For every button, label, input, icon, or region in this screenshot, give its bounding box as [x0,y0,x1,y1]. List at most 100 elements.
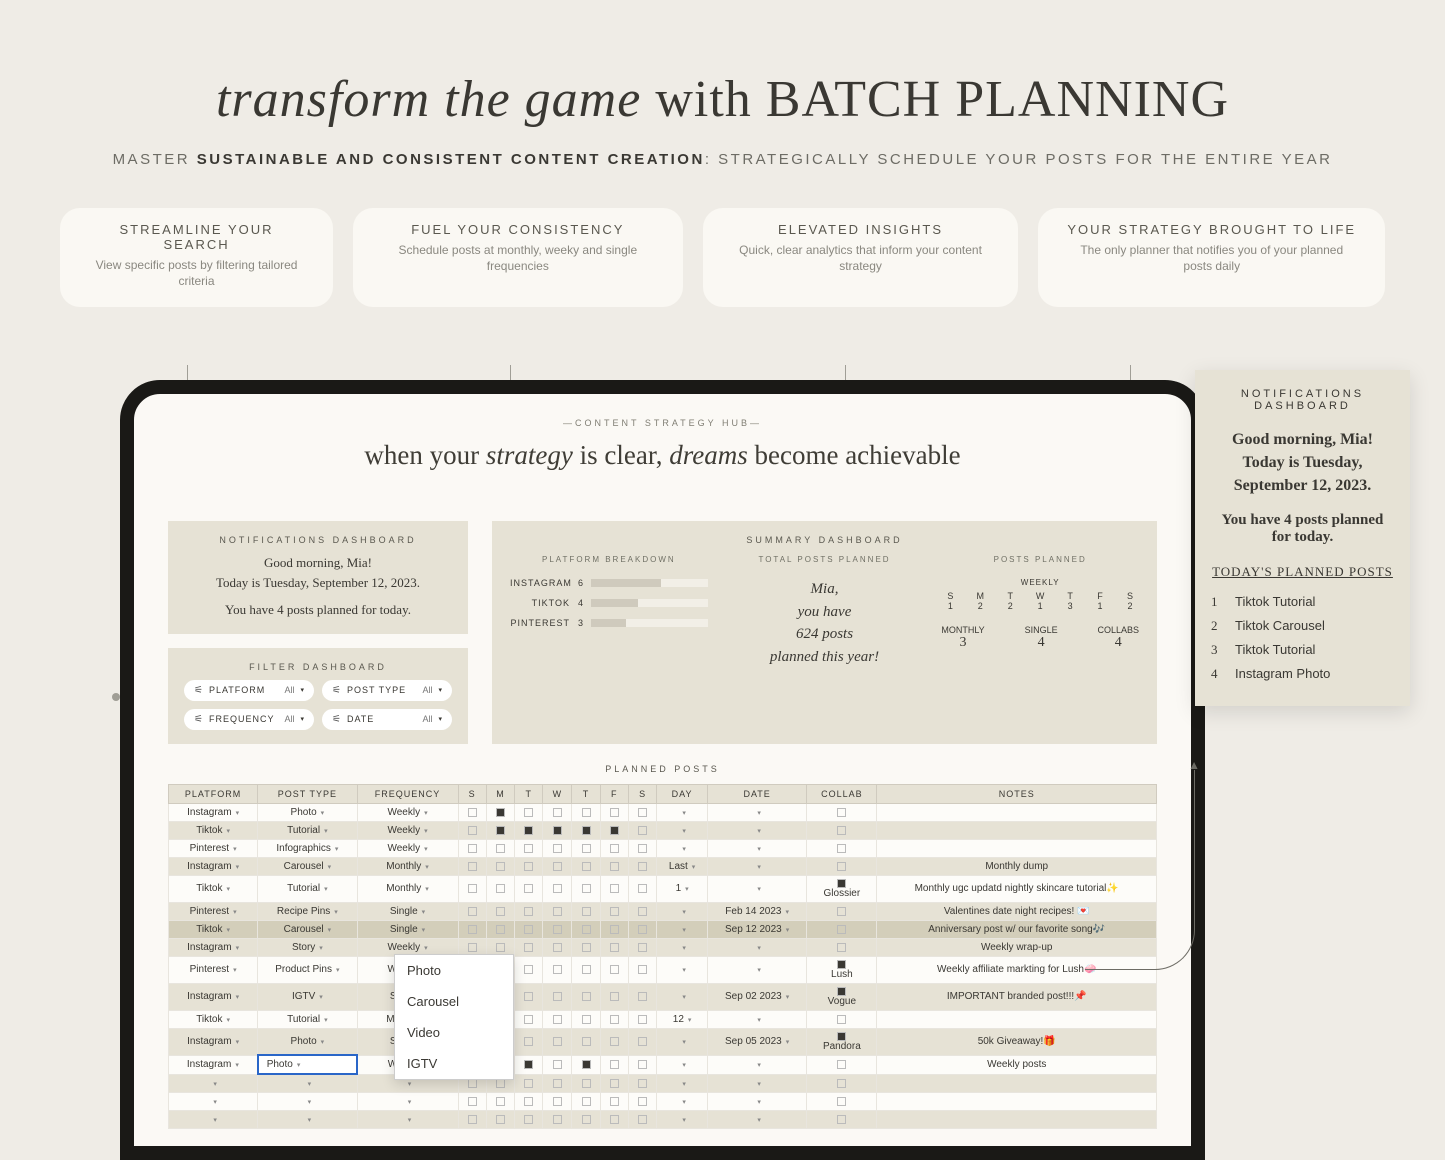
checkbox-icon[interactable] [468,1079,477,1088]
day-cell[interactable] [572,1028,600,1055]
table-row[interactable]: Instagram▾Photo▾Single▾▾Sep 05 2023▾ Pan… [169,1028,1157,1055]
day-cell[interactable] [486,1093,514,1111]
day-cell[interactable] [572,920,600,938]
cell[interactable]: ▾ [258,1093,357,1111]
checkbox-icon[interactable] [638,844,647,853]
cell[interactable]: ▾ [707,1010,806,1028]
cell[interactable]: Instagram▾ [169,1028,258,1055]
day-cell[interactable] [572,1093,600,1111]
collab-cell[interactable] [807,1010,877,1028]
cell[interactable]: ▾ [657,1111,708,1129]
checkbox-icon[interactable] [553,1060,562,1069]
checkbox-icon[interactable] [582,1037,591,1046]
checkbox-icon[interactable] [638,943,647,952]
day-cell[interactable] [628,938,656,956]
cell[interactable]: Pinterest▾ [169,839,258,857]
checkbox-icon[interactable] [638,1079,647,1088]
day-cell[interactable] [628,920,656,938]
collab-cell[interactable]: Vogue [807,983,877,1010]
column-header[interactable]: F [600,784,628,803]
dropdown-option[interactable]: IGTV [395,1048,513,1079]
checkbox-icon[interactable] [610,884,619,893]
checkbox-icon[interactable] [610,1097,619,1106]
column-header[interactable]: W [543,784,572,803]
checkbox-icon[interactable] [553,943,562,952]
cell[interactable]: ▾ [258,1111,357,1129]
day-cell[interactable] [515,1010,543,1028]
checkbox-icon[interactable] [468,862,477,871]
table-row[interactable]: Tiktok▾Carousel▾Single▾▾Sep 12 2023▾Anni… [169,920,1157,938]
checkbox-icon[interactable] [524,808,533,817]
collab-cell[interactable] [807,920,877,938]
checkbox-icon[interactable] [638,862,647,871]
cell[interactable]: Instagram▾ [169,857,258,875]
checkbox-icon[interactable] [496,943,505,952]
cell[interactable]: Feb 14 2023▾ [707,902,806,920]
column-header[interactable]: T [572,784,600,803]
cell[interactable] [877,1010,1157,1028]
cell[interactable]: ▾ [707,1074,806,1093]
cell[interactable]: Monthly▾ [357,857,458,875]
checkbox-icon[interactable] [468,884,477,893]
day-cell[interactable] [543,1010,572,1028]
day-cell[interactable] [600,938,628,956]
day-cell[interactable] [543,821,572,839]
cell[interactable]: Infographics▾ [258,839,357,857]
day-cell[interactable] [572,1055,600,1074]
cell[interactable]: ▾ [657,803,708,821]
day-cell[interactable] [600,902,628,920]
checkbox-icon[interactable] [610,992,619,1001]
checkbox-icon[interactable] [638,965,647,974]
day-cell[interactable] [486,821,514,839]
checkbox-icon[interactable] [610,925,619,934]
collab-cell[interactable]: Pandora [807,1028,877,1055]
day-cell[interactable] [600,1074,628,1093]
day-cell[interactable] [628,1055,656,1074]
day-cell[interactable] [515,938,543,956]
day-cell[interactable] [458,839,486,857]
collab-cell[interactable] [807,821,877,839]
checkbox-icon[interactable] [610,943,619,952]
checkbox-icon[interactable] [553,1115,562,1124]
day-cell[interactable] [515,839,543,857]
checkbox-icon[interactable] [553,925,562,934]
day-cell[interactable] [600,1010,628,1028]
collab-cell[interactable] [807,902,877,920]
day-cell[interactable] [572,821,600,839]
checkbox-icon[interactable] [468,907,477,916]
day-cell[interactable] [458,821,486,839]
checkbox-icon[interactable] [553,965,562,974]
checkbox-icon[interactable] [582,1097,591,1106]
table-row[interactable]: ▾▾▾▾▾ [169,1074,1157,1093]
filter-chip[interactable]: ⚟FREQUENCYAll▾ [184,709,314,730]
day-cell[interactable] [628,1074,656,1093]
checkbox-icon[interactable] [496,844,505,853]
cell[interactable]: ▾ [707,938,806,956]
filter-chip[interactable]: ⚟POST TYPEAll▾ [322,680,452,701]
day-cell[interactable] [515,1111,543,1129]
cell[interactable]: Last▾ [657,857,708,875]
cell[interactable]: 50k Giveaway!🎁 [877,1028,1157,1055]
cell[interactable]: Pinterest▾ [169,956,258,983]
checkbox-icon[interactable] [837,1060,846,1069]
table-row[interactable]: Instagram▾Photo▾Weekly▾▾▾Weekly posts [169,1055,1157,1074]
cell[interactable]: ▾ [707,1093,806,1111]
day-cell[interactable] [628,875,656,902]
checkbox-icon[interactable] [524,1015,533,1024]
checkbox-icon[interactable] [582,943,591,952]
cell[interactable]: ▾ [707,956,806,983]
checkbox-icon[interactable] [610,907,619,916]
checkbox-icon[interactable] [468,808,477,817]
day-cell[interactable] [572,902,600,920]
cell[interactable]: ▾ [707,839,806,857]
day-cell[interactable] [543,1074,572,1093]
checkbox-icon[interactable] [496,1115,505,1124]
checkbox-icon[interactable] [524,1060,533,1069]
day-cell[interactable] [543,983,572,1010]
cell[interactable]: Tiktok▾ [169,1010,258,1028]
checkbox-icon[interactable] [610,1060,619,1069]
day-cell[interactable] [515,803,543,821]
collab-cell[interactable] [807,1093,877,1111]
table-row[interactable]: Instagram▾Story▾Weekly▾▾▾Weekly wrap-up [169,938,1157,956]
checkbox-icon[interactable] [496,808,505,817]
